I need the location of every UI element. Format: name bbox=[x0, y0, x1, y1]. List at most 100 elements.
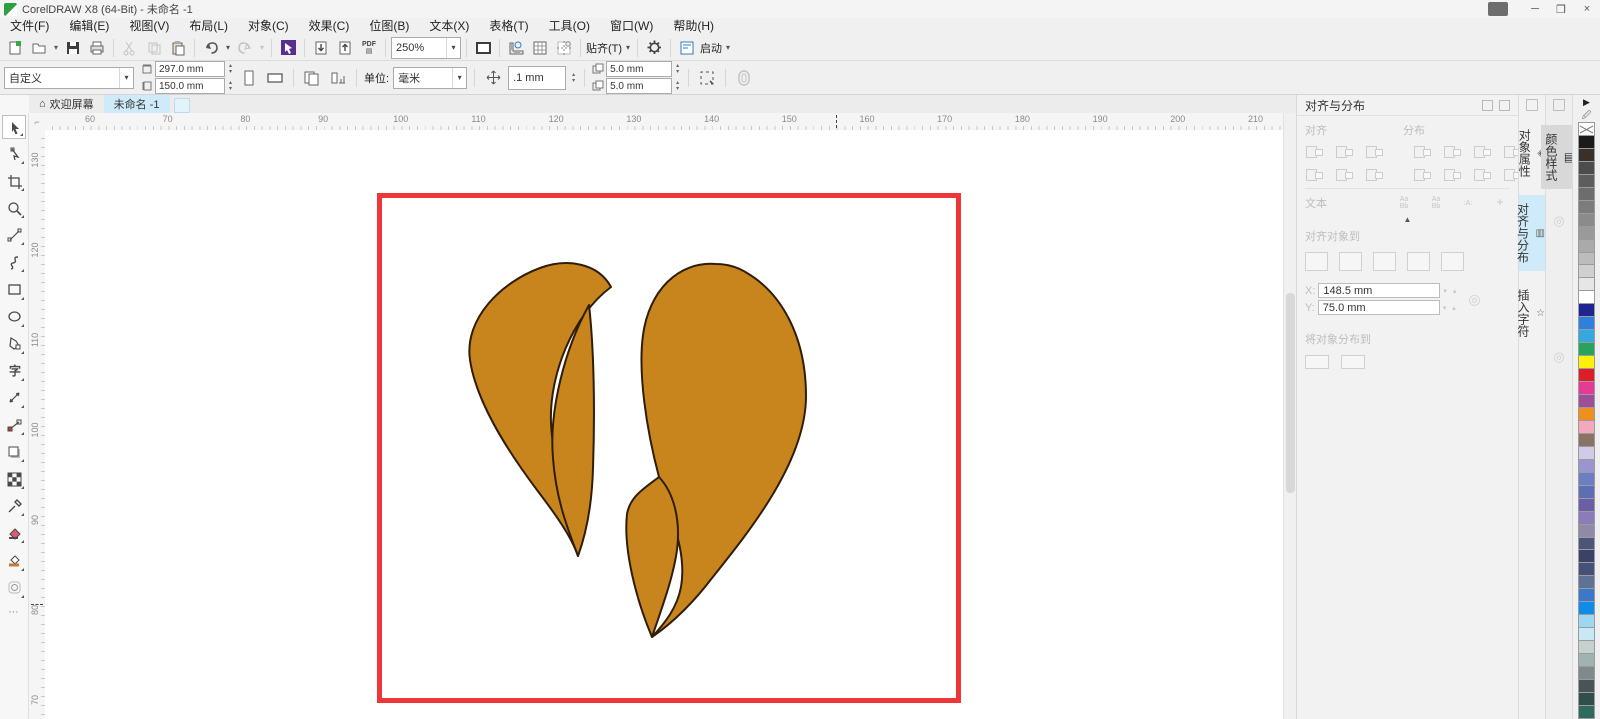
color-swatch-11[interactable] bbox=[1578, 264, 1595, 278]
color-swatch-44[interactable] bbox=[1578, 692, 1595, 706]
color-swatch-41[interactable] bbox=[1578, 653, 1595, 667]
print-button[interactable] bbox=[86, 38, 108, 58]
new-tab-button[interactable] bbox=[174, 98, 190, 113]
current-page-button[interactable] bbox=[327, 68, 349, 88]
landscape-button[interactable] bbox=[264, 68, 286, 88]
page-preset-arrow[interactable]: ▾ bbox=[119, 68, 133, 88]
menu-表格T[interactable]: 表格(T) bbox=[479, 18, 538, 35]
horizontal-ruler[interactable]: 6070809010011012013014015016017018019020… bbox=[45, 113, 1283, 131]
export-button[interactable] bbox=[334, 38, 356, 58]
tab-align-distribute[interactable]: ▥对齐与分布 bbox=[1519, 195, 1545, 271]
color-swatch-9[interactable] bbox=[1578, 239, 1595, 253]
canvas-vertical-scrollbar[interactable] bbox=[1283, 113, 1297, 719]
color-swatch-26[interactable] bbox=[1578, 459, 1595, 473]
launch-icon[interactable] bbox=[676, 38, 698, 58]
duplicate-distance-x-field[interactable]: 5.0 mm bbox=[606, 61, 672, 77]
color-swatch-29[interactable] bbox=[1578, 498, 1595, 512]
launch-dropdown-arrow[interactable]: ▾ bbox=[724, 43, 732, 52]
restore-button[interactable]: ❒ bbox=[1548, 1, 1574, 17]
color-swatch-34[interactable] bbox=[1578, 562, 1595, 576]
units-combo[interactable]: 毫米 ▾ bbox=[393, 67, 467, 89]
color-swatch-38[interactable] bbox=[1578, 614, 1595, 628]
menu-文件F[interactable]: 文件(F) bbox=[0, 18, 59, 35]
fullscreen-preview-button[interactable] bbox=[472, 38, 494, 58]
tab-insert-character[interactable]: ☆插入字符 bbox=[1519, 281, 1545, 345]
color-swatch-36[interactable] bbox=[1578, 588, 1595, 602]
color-swatch-27[interactable] bbox=[1578, 472, 1595, 486]
open-button[interactable] bbox=[28, 38, 50, 58]
connector-tool[interactable] bbox=[2, 413, 26, 437]
bspline-tool[interactable] bbox=[2, 250, 26, 274]
paste-button[interactable] bbox=[167, 38, 189, 58]
show-guidelines-button[interactable] bbox=[553, 38, 575, 58]
color-swatch-37[interactable] bbox=[1578, 601, 1595, 615]
vertical-ruler[interactable]: 130120110100908070 bbox=[29, 130, 46, 719]
color-swatch-25[interactable] bbox=[1578, 446, 1595, 460]
color-eyedropper-tool[interactable] bbox=[2, 494, 26, 518]
tab-welcome-screen[interactable]: ⌂ 欢迎屏幕 bbox=[29, 95, 104, 113]
color-swatch-45[interactable] bbox=[1578, 705, 1595, 719]
color-swatch-2[interactable] bbox=[1578, 148, 1595, 162]
color-swatch-19[interactable] bbox=[1578, 368, 1595, 382]
page-height-spinner[interactable]: ▴▾ bbox=[227, 80, 234, 92]
docker-collapse-icon[interactable] bbox=[1482, 100, 1493, 111]
color-swatch-14[interactable] bbox=[1578, 303, 1595, 317]
x-coordinate-field[interactable]: 148.5 mm bbox=[1318, 283, 1440, 298]
color-swatch-18[interactable] bbox=[1578, 355, 1595, 369]
minimize-button[interactable]: ─ bbox=[1522, 1, 1548, 17]
undo-button[interactable] bbox=[200, 38, 222, 58]
menu-对象C[interactable]: 对象(C) bbox=[238, 18, 299, 35]
menu-位图B[interactable]: 位图(B) bbox=[359, 18, 419, 35]
no-color-swatch[interactable] bbox=[1578, 122, 1595, 136]
color-swatch-1[interactable] bbox=[1578, 135, 1595, 149]
color-swatch-20[interactable] bbox=[1578, 381, 1595, 395]
rectangle-tool[interactable] bbox=[2, 278, 26, 302]
open-dropdown-arrow[interactable]: ▾ bbox=[52, 43, 60, 52]
color-swatch-12[interactable] bbox=[1578, 277, 1595, 291]
zoom-combo-arrow[interactable]: ▾ bbox=[446, 38, 460, 58]
color-swatch-16[interactable] bbox=[1578, 329, 1595, 343]
heart-shape-object[interactable] bbox=[469, 263, 806, 637]
tab-document[interactable]: 未命名 -1 bbox=[104, 95, 170, 113]
menu-文本X[interactable]: 文本(X) bbox=[419, 18, 479, 35]
drop-shadow-tool[interactable] bbox=[2, 440, 26, 464]
zoom-level-combo[interactable]: 250% ▾ bbox=[391, 37, 461, 59]
docker-close-icon[interactable] bbox=[1499, 100, 1510, 111]
publish-to-pdf-button[interactable]: PDF▤ bbox=[358, 38, 380, 58]
outline-pen-tool[interactable] bbox=[2, 576, 26, 600]
color-swatch-6[interactable] bbox=[1578, 200, 1595, 214]
color-swatch-42[interactable] bbox=[1578, 666, 1595, 680]
y-coordinate-field[interactable]: 75.0 mm bbox=[1318, 300, 1440, 315]
color-swatch-39[interactable] bbox=[1578, 627, 1595, 641]
launch-label[interactable]: 启动 bbox=[700, 40, 722, 56]
menu-帮助H[interactable]: 帮助(H) bbox=[663, 18, 724, 35]
duplicate-distance-y-field[interactable]: 5.0 mm bbox=[606, 78, 672, 94]
account-icon[interactable] bbox=[1488, 2, 1508, 16]
page-height-field[interactable]: 150.0 mm bbox=[155, 78, 225, 94]
color-swatch-33[interactable] bbox=[1578, 549, 1595, 563]
color-swatch-43[interactable] bbox=[1578, 679, 1595, 693]
menu-工具O[interactable]: 工具(O) bbox=[539, 18, 600, 35]
close-button[interactable]: × bbox=[1574, 1, 1600, 17]
color-swatch-24[interactable] bbox=[1578, 433, 1595, 447]
color-swatch-28[interactable] bbox=[1578, 485, 1595, 499]
color-swatch-8[interactable] bbox=[1578, 226, 1595, 240]
menu-效果C[interactable]: 效果(C) bbox=[299, 18, 360, 35]
text-tool[interactable]: 字 bbox=[2, 359, 26, 383]
ruler-origin[interactable]: ⌐ bbox=[29, 113, 46, 131]
color-swatch-35[interactable] bbox=[1578, 575, 1595, 589]
menu-视图V[interactable]: 视图(V) bbox=[119, 18, 179, 35]
freehand-tool[interactable] bbox=[2, 223, 26, 247]
docker-collapse-arrow[interactable]: ▲ bbox=[1297, 215, 1518, 224]
undo-dropdown-arrow[interactable]: ▾ bbox=[224, 43, 232, 52]
nudge-spinner[interactable]: ▴▾ bbox=[570, 72, 577, 84]
treat-as-filled-icon[interactable] bbox=[696, 68, 718, 88]
scrollbar-thumb[interactable] bbox=[1286, 293, 1295, 493]
color-swatch-7[interactable] bbox=[1578, 213, 1595, 227]
drawing-canvas[interactable] bbox=[45, 130, 1283, 719]
color-swatch-3[interactable] bbox=[1578, 161, 1595, 175]
snap-to-dropdown-arrow[interactable]: ▾ bbox=[624, 43, 632, 52]
page-width-spinner[interactable]: ▴▾ bbox=[227, 63, 234, 75]
ellipse-tool[interactable] bbox=[2, 305, 26, 329]
parallel-dimension-tool[interactable] bbox=[2, 386, 26, 410]
